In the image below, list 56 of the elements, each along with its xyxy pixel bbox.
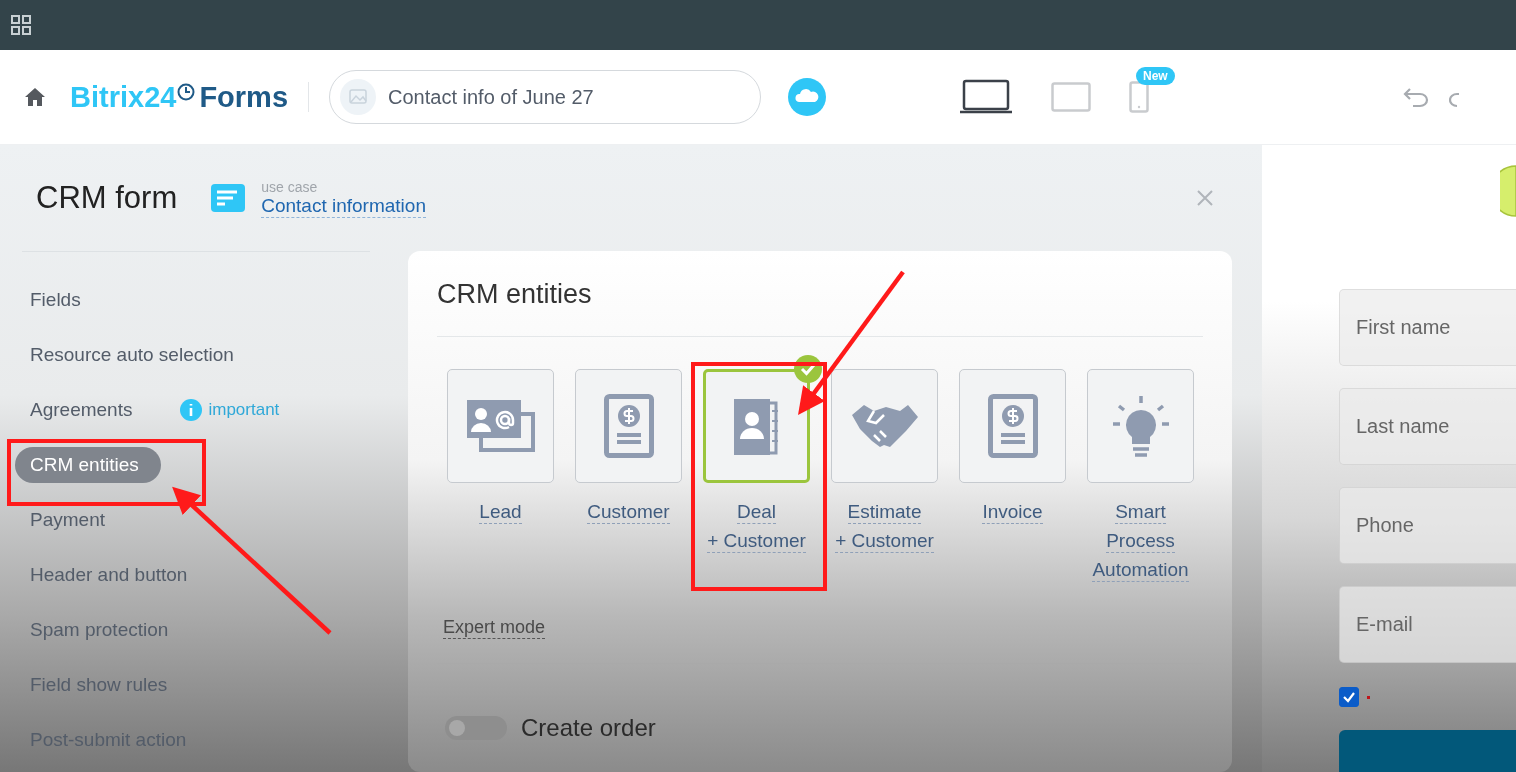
light-bulb-icon xyxy=(1110,394,1171,458)
entity-label[interactable]: Invoice xyxy=(982,501,1043,524)
consent-checkbox[interactable] xyxy=(1339,687,1359,707)
entity-tile[interactable] xyxy=(831,369,938,483)
create-order-label: Create order xyxy=(521,714,656,742)
sidebar-item[interactable]: Resource auto selection xyxy=(15,336,256,373)
laptop-icon[interactable] xyxy=(959,79,1014,115)
new-badge: New xyxy=(1136,67,1175,85)
entity-label[interactable]: Estimate xyxy=(847,501,922,524)
checkmark-badge-icon xyxy=(794,355,822,383)
entity-tile[interactable] xyxy=(703,369,810,483)
contact-card-icon xyxy=(466,400,535,452)
image-icon xyxy=(340,79,377,115)
create-order-toggle[interactable] xyxy=(445,716,507,740)
sidebar-item[interactable]: CRM entities xyxy=(15,446,161,483)
entity-tile[interactable] xyxy=(1087,369,1194,483)
sidebar-item[interactable]: Header and button xyxy=(15,556,210,593)
form-input-field[interactable]: Phone xyxy=(1339,487,1516,564)
entity-label[interactable]: Customer xyxy=(587,501,670,524)
use-case-label: use case xyxy=(261,178,319,195)
undo-icon[interactable] xyxy=(1403,86,1430,108)
entity-label[interactable]: Deal xyxy=(736,501,777,524)
cloud-save-button[interactable] xyxy=(787,77,828,117)
panel-title: CRM form xyxy=(36,180,178,216)
form-input-field[interactable]: First name xyxy=(1339,289,1516,366)
entity-label[interactable]: Lead xyxy=(479,501,522,524)
dollar-document-icon xyxy=(603,394,654,458)
form-input-field[interactable]: E-mail xyxy=(1339,586,1516,663)
logo-brand: Bitrix24 xyxy=(70,80,177,114)
entity-tile[interactable] xyxy=(575,369,682,483)
entity-tile[interactable] xyxy=(959,369,1066,483)
checkmark-icon xyxy=(1342,690,1356,704)
info-icon xyxy=(180,398,203,421)
entity-label[interactable]: Automation xyxy=(1092,559,1189,582)
entity-tile[interactable] xyxy=(447,369,554,483)
dollar-document-icon xyxy=(987,394,1038,458)
card-title: CRM entities xyxy=(437,279,593,310)
sidebar-item[interactable]: Fields xyxy=(15,281,103,318)
home-icon[interactable] xyxy=(24,87,46,107)
expert-mode-link[interactable]: Expert mode xyxy=(443,617,546,639)
use-case-link[interactable]: Contact information xyxy=(261,194,426,218)
logo-product: Forms xyxy=(199,80,289,114)
entity-label[interactable]: Process xyxy=(1106,530,1175,553)
apps-grid-icon[interactable] xyxy=(11,15,31,35)
form-input-field[interactable]: Last name xyxy=(1339,388,1516,465)
clock-icon xyxy=(177,82,196,101)
tablet-icon[interactable] xyxy=(1051,82,1092,112)
sidebar-item[interactable]: Spam protection xyxy=(15,611,191,648)
entity-label[interactable]: + Customer xyxy=(835,530,934,553)
phone-icon[interactable] xyxy=(1129,81,1150,113)
entity-label[interactable]: Smart xyxy=(1115,501,1166,524)
close-icon[interactable] xyxy=(1195,189,1214,207)
document-icon xyxy=(211,184,246,212)
entity-label[interactable]: + Customer xyxy=(707,530,806,553)
sidebar-item[interactable]: Payment xyxy=(15,501,127,538)
sidebar-item[interactable]: Agreements xyxy=(15,391,155,428)
